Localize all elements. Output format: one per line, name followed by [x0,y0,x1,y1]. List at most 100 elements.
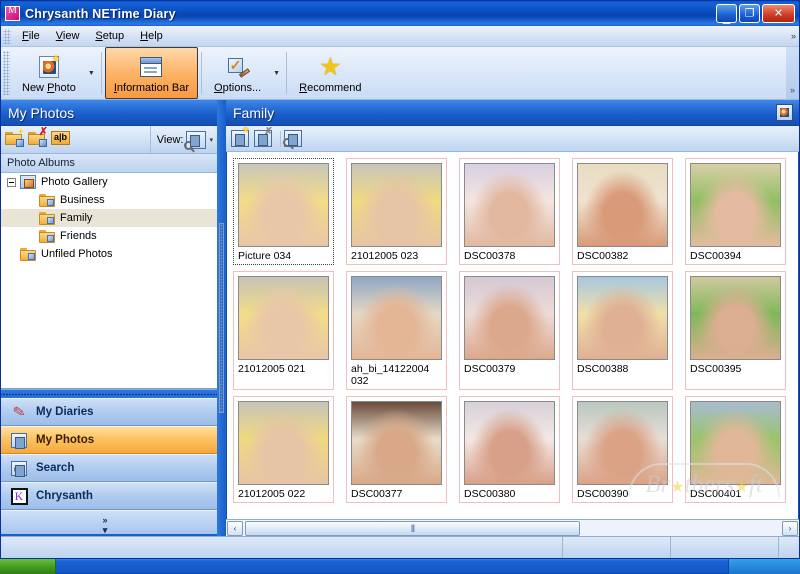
new-photo-button[interactable]: ✦ New Photo [13,47,85,99]
photo-image [465,164,554,246]
system-tray[interactable] [728,559,800,574]
photo-cell[interactable]: 21012005 022 [233,396,334,503]
recommend-button[interactable]: ★ Recommend [290,47,370,99]
photo-cell[interactable]: DSC00401 [685,396,786,503]
album-photo-icon[interactable] [776,104,793,121]
photo-cell[interactable]: DSC00378 [459,158,560,265]
photo-cell[interactable]: DSC00388 [572,271,673,390]
rename-album-icon[interactable]: a|b [51,130,71,149]
album-toolbar: ✦ ✗ a|b View: ▾ [1,126,217,154]
photo-cell[interactable]: ah_bi_14122004 032 [346,271,447,390]
tree-label: Unfiled Photos [41,248,113,260]
information-bar-label: Information Bar [113,82,190,94]
nav-item-search[interactable]: Search [1,454,217,482]
close-button[interactable]: ✕ [762,4,795,23]
photo-thumbnail[interactable] [690,276,781,360]
photo-thumbnail[interactable] [577,163,668,247]
photo-cell[interactable]: 21012005 023 [346,158,447,265]
photo-thumbnail[interactable] [464,276,555,360]
options-button[interactable]: ✓ Options... [205,47,270,99]
menu-overflow-chevron-icon[interactable]: » [791,31,796,41]
information-bar-button[interactable]: Information Bar [104,47,199,99]
nav-item-my-photos[interactable]: My Photos [1,426,217,454]
delete-album-icon[interactable]: ✗ [28,126,48,149]
tree-node-unfiled-photos[interactable]: Unfiled Photos [1,245,217,263]
view-mode-icon[interactable] [184,130,207,150]
photo-cell[interactable]: DSC00395 [685,271,786,390]
navigation-more-button[interactable]: » ▾ [1,510,217,535]
add-photo-icon[interactable]: ✦ [231,125,251,148]
gallery-horizontal-scrollbar[interactable]: ‹ › [226,519,799,536]
close-icon: ✕ [773,7,784,19]
options-icon: ✓ [226,53,250,81]
tree-expander-icon[interactable] [7,177,16,187]
window-controls: _ ❐ ✕ [716,4,797,23]
delete-photo-icon[interactable]: ✗ [254,126,274,148]
splitter-grip-icon [219,223,224,413]
photo-cell[interactable]: DSC00377 [346,396,447,503]
photo-image [578,164,667,246]
tree-node-photo-gallery[interactable]: Photo Gallery [1,173,217,191]
photo-cell[interactable]: DSC00379 [459,271,560,390]
scrollbar-track[interactable] [580,521,781,536]
photo-cell[interactable]: DSC00380 [459,396,560,503]
menu-gripper[interactable] [3,28,11,44]
toolbar-overflow-chevron-icon[interactable]: » [786,47,799,99]
menu-bar: File View Setup Help » [1,26,799,47]
photo-thumbnail[interactable] [351,163,442,247]
navigation-resize-grip[interactable] [1,389,217,398]
photo-cell[interactable]: DSC00390 [572,396,673,503]
photo-thumbnail[interactable] [577,276,668,360]
photo-cell[interactable]: Picture 034 [233,158,334,265]
menu-file[interactable]: File [14,28,48,44]
scroll-right-button[interactable]: › [782,520,798,536]
tree-node-business[interactable]: Business [1,191,217,209]
photo-cell[interactable]: DSC00382 [572,158,673,265]
minimize-button[interactable]: _ [716,4,737,23]
toolbar-gripper[interactable] [3,51,10,95]
photo-thumbnail[interactable] [577,401,668,485]
recommend-star-icon: ★ [319,53,342,81]
start-button[interactable] [0,559,56,574]
tree-label: Friends [60,230,97,242]
photo-thumbnail[interactable] [238,163,329,247]
photo-thumbnail[interactable] [238,276,329,360]
tree-node-family[interactable]: Family [1,209,217,227]
nav-label: Chrysanth [36,490,93,502]
photo-thumbnail[interactable] [464,163,555,247]
information-bar-icon [140,53,163,81]
photo-thumbnail[interactable] [690,163,781,247]
pane-splitter[interactable] [217,100,226,536]
album-tree[interactable]: Photo Gallery Business Family Friends Un… [1,173,217,389]
photo-thumbnail[interactable] [464,401,555,485]
photo-cell[interactable]: 21012005 021 [233,271,334,390]
options-dropdown-icon[interactable]: ▼ [270,47,283,99]
menu-view[interactable]: View [48,28,88,44]
minimize-icon: _ [722,9,731,24]
status-pane-1 [1,537,563,558]
nav-item-chrysanth[interactable]: Chrysanth [1,482,217,510]
view-dropdown-chevron-icon[interactable]: ▾ [209,136,213,144]
view-mode-selector[interactable]: View: ▾ [149,126,217,153]
photo-image [691,277,780,359]
menu-help[interactable]: Help [132,28,171,44]
maximize-button[interactable]: ❐ [739,4,760,23]
nav-item-my-diaries[interactable]: ✎ My Diaries [1,398,217,426]
find-photo-icon[interactable] [283,129,304,148]
photo-image [578,402,667,484]
recommend-label: Recommend [299,82,362,94]
photo-thumbnail[interactable] [690,401,781,485]
photo-thumbnail[interactable] [351,276,442,360]
photo-cell[interactable]: DSC00394 [685,158,786,265]
scrollbar-thumb[interactable] [245,520,580,536]
photo-gallery[interactable]: Picture 034 21012005 023 DSC00378 DSC00382 D… [226,152,799,519]
new-photo-dropdown-icon[interactable]: ▼ [85,47,98,99]
menu-setup[interactable]: Setup [87,28,132,44]
photo-thumbnail[interactable] [238,401,329,485]
status-resize-grip[interactable] [779,537,799,558]
new-album-icon[interactable]: ✦ [5,127,25,149]
photo-thumbnail[interactable] [351,401,442,485]
tree-node-friends[interactable]: Friends [1,227,217,245]
navigation-bar: ✎ My Diaries My Photos Search Chrysanth … [1,389,217,536]
scroll-left-button[interactable]: ‹ [227,520,243,536]
